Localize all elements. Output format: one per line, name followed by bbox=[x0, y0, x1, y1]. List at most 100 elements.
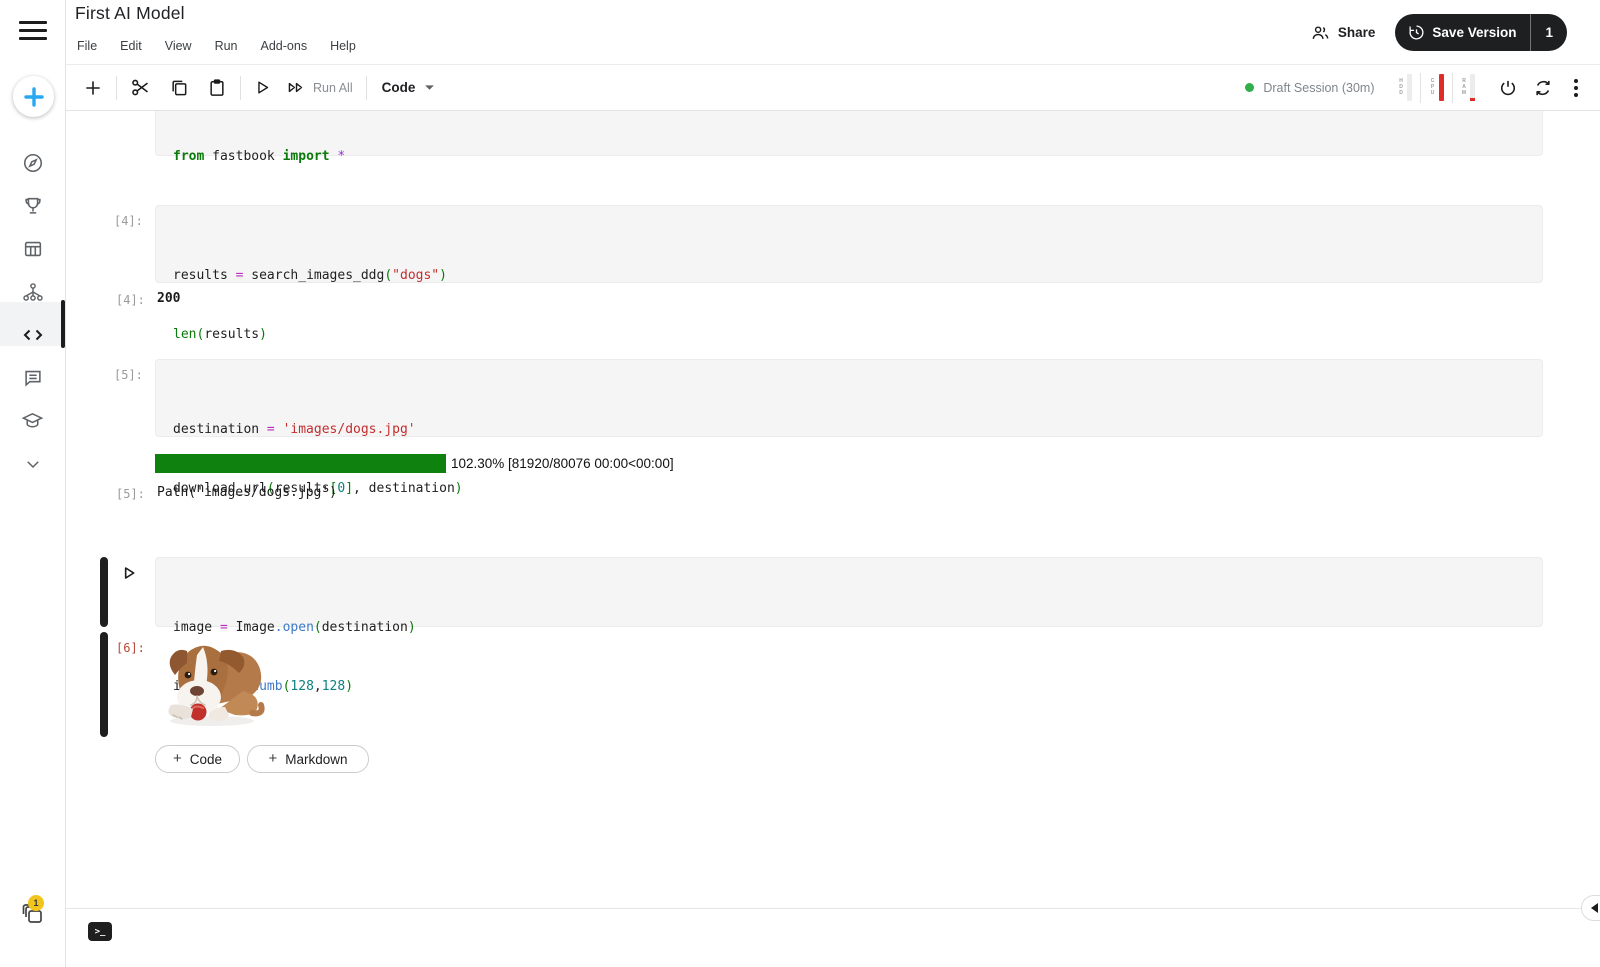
more-options-button[interactable] bbox=[1568, 75, 1584, 101]
hdd-label: HDD bbox=[1398, 78, 1404, 98]
header: First AI Model File Edit View Run Add-on… bbox=[66, 0, 1600, 65]
trophy-icon bbox=[22, 195, 44, 217]
paste-cell-button[interactable] bbox=[207, 78, 227, 98]
menu-edit[interactable]: Edit bbox=[120, 39, 142, 53]
play-icon bbox=[121, 565, 137, 581]
plus-icon: + bbox=[173, 750, 182, 767]
toolbar-right: Draft Session (30m) HDD CPU RAM bbox=[1245, 65, 1584, 110]
run-this-cell-button[interactable] bbox=[119, 563, 139, 583]
sidebar-item-learn[interactable] bbox=[0, 399, 65, 442]
code-line: download_url(results[0], destination) bbox=[173, 479, 1525, 499]
code-line: len(results) bbox=[173, 325, 1525, 345]
sidebar-item-code[interactable] bbox=[0, 313, 65, 356]
caret-down-icon bbox=[424, 84, 435, 91]
header-actions: Share Save Version 1 bbox=[1311, 14, 1567, 51]
run-all-button[interactable]: Run All bbox=[287, 79, 353, 96]
save-version-button[interactable]: Save Version 1 bbox=[1395, 14, 1567, 51]
hdd-usage-bar bbox=[1407, 74, 1412, 101]
notebook-canvas: from fastbook import * from fastai.visio… bbox=[66, 111, 1600, 908]
power-session-button[interactable] bbox=[1498, 78, 1518, 98]
hamburger-menu-icon[interactable] bbox=[19, 19, 47, 42]
code-line: image.to_thumb(128,128) bbox=[173, 677, 1525, 697]
save-version-label: Save Version bbox=[1432, 25, 1516, 40]
code-line: from fastbook import * bbox=[173, 147, 1525, 167]
resource-monitors: HDD CPU RAM bbox=[1390, 65, 1484, 110]
output-count-label: [4]: bbox=[116, 293, 145, 307]
sidebar-item-datasets[interactable] bbox=[0, 227, 65, 270]
menu-help[interactable]: Help bbox=[330, 39, 356, 53]
chevron-down-icon bbox=[24, 455, 42, 473]
add-code-cell-button[interactable]: + Code bbox=[155, 745, 240, 773]
copy-icon bbox=[169, 78, 189, 98]
download-progress-text: 102.30% [81920/80076 00:00<00:00] bbox=[451, 456, 674, 471]
comment-icon bbox=[22, 367, 44, 389]
toolbar-divider bbox=[116, 76, 117, 100]
toolbar-divider bbox=[240, 76, 241, 100]
terminal-icon: >_ bbox=[95, 927, 106, 937]
sync-icon bbox=[1533, 78, 1553, 98]
version-count-badge[interactable]: 1 bbox=[1531, 14, 1567, 51]
sidebar-item-home[interactable] bbox=[0, 141, 65, 184]
restart-session-button[interactable] bbox=[1533, 78, 1553, 98]
ram-usage-bar bbox=[1470, 74, 1475, 101]
plus-icon bbox=[22, 85, 46, 109]
share-label: Share bbox=[1338, 25, 1376, 40]
add-cell-button[interactable] bbox=[83, 78, 103, 98]
notebook-title[interactable]: First AI Model bbox=[75, 3, 185, 24]
cell-type-dropdown[interactable]: Code bbox=[382, 80, 436, 95]
share-button[interactable]: Share bbox=[1311, 24, 1376, 41]
chevron-left-icon bbox=[1591, 903, 1598, 913]
session-status-dot bbox=[1245, 83, 1254, 92]
code-line: results = search_images_ddg("dogs") bbox=[173, 266, 1525, 286]
sidebar-item-models[interactable] bbox=[0, 270, 65, 313]
code-icon bbox=[21, 323, 45, 347]
menu-file[interactable]: File bbox=[77, 39, 97, 53]
create-button[interactable] bbox=[13, 76, 54, 117]
notebook-toolbar: Run All Code Draft Session (30m) HDD CP bbox=[66, 65, 1600, 111]
save-version-main[interactable]: Save Version bbox=[1395, 14, 1530, 51]
code-cell-4[interactable]: results = search_images_ddg("dogs") len(… bbox=[155, 205, 1543, 283]
code-cell-imports[interactable]: from fastbook import * from fastai.visio… bbox=[155, 111, 1543, 156]
menubar: File Edit View Run Add-ons Help bbox=[77, 39, 356, 53]
bottom-panel-divider bbox=[66, 908, 1600, 909]
menu-run[interactable]: Run bbox=[215, 39, 238, 53]
history-clock-icon bbox=[1408, 24, 1425, 41]
events-count-badge: 1 bbox=[28, 895, 44, 911]
compass-icon bbox=[22, 152, 44, 174]
code-cell-6[interactable]: image = Image.open(destination) image.to… bbox=[155, 557, 1543, 627]
cut-cell-button[interactable] bbox=[130, 77, 151, 98]
scissors-icon bbox=[130, 77, 151, 98]
clipboard-icon bbox=[207, 78, 227, 98]
copy-cell-button[interactable] bbox=[169, 78, 189, 98]
cell-type-value: Code bbox=[382, 80, 416, 95]
menu-addons[interactable]: Add-ons bbox=[261, 39, 308, 53]
kaggle-notebook-app: 1 First AI Model File Edit View Run Add-… bbox=[0, 0, 1600, 967]
cpu-label: CPU bbox=[1429, 78, 1435, 98]
selected-cell-indicator bbox=[100, 557, 108, 627]
active-events-button[interactable]: 1 bbox=[20, 901, 50, 933]
toolbar-divider bbox=[366, 76, 367, 100]
plus-icon: + bbox=[268, 750, 277, 767]
add-markdown-cell-button[interactable]: + Markdown bbox=[247, 745, 369, 773]
graduation-cap-icon bbox=[21, 409, 44, 432]
sidebar-item-competitions[interactable] bbox=[0, 184, 65, 227]
menu-view[interactable]: View bbox=[165, 39, 192, 53]
people-icon bbox=[1311, 24, 1330, 41]
collapse-panel-button[interactable] bbox=[1581, 895, 1600, 921]
output-count-label: [6]: bbox=[116, 641, 145, 655]
sidebar-item-discussions[interactable] bbox=[0, 356, 65, 399]
ram-label: RAM bbox=[1461, 78, 1467, 98]
left-sidebar: 1 bbox=[0, 0, 66, 967]
code-cell-5[interactable]: destination = 'images/dogs.jpg' download… bbox=[155, 359, 1543, 437]
console-button[interactable]: >_ bbox=[88, 922, 112, 941]
add-markdown-label: Markdown bbox=[285, 752, 347, 767]
dog-image-output bbox=[157, 635, 271, 729]
run-cell-toolbar-button[interactable] bbox=[254, 79, 271, 96]
sidebar-item-more[interactable] bbox=[0, 442, 65, 485]
cpu-usage-bar bbox=[1439, 74, 1444, 101]
run-all-label[interactable]: Run All bbox=[313, 81, 353, 95]
plus-icon bbox=[83, 78, 103, 98]
download-progress-bar bbox=[155, 454, 446, 473]
power-icon bbox=[1498, 78, 1518, 98]
fast-forward-icon bbox=[287, 79, 306, 96]
